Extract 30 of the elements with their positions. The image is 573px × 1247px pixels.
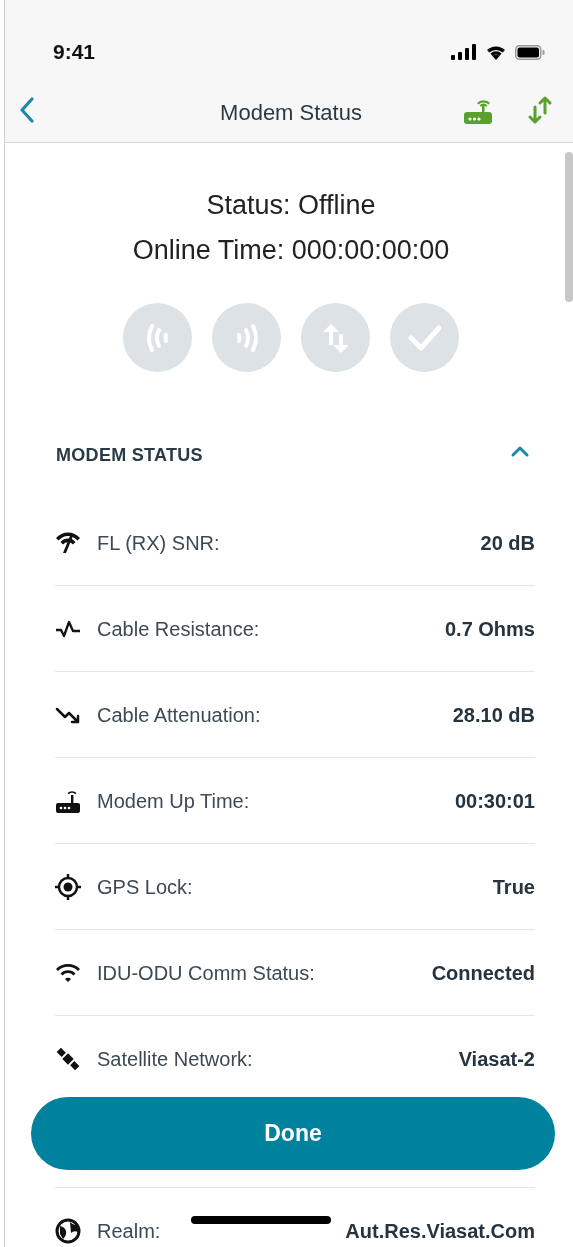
screen-title: Modem Status [220,99,362,127]
transfer-arrows-icon [527,95,553,125]
field-label: Cable Resistance: [97,616,260,642]
field-value: Viasat-2 [458,1046,535,1072]
battery-icon [515,44,545,60]
field-label: Satellite Network: [97,1046,253,1072]
done-button[interactable]: Done [31,1097,555,1170]
field-value: 0.7 Ohms [444,616,535,642]
field-value: 20 dB [480,530,535,556]
field-value: Connected [431,960,535,986]
field-value: Aut.Res.Viasat.Com [345,1219,535,1244]
field-value: 00:30:01 [454,788,535,814]
satellite-icon [55,1045,81,1072]
back-icon [19,96,35,124]
field-value: True [492,874,535,900]
signal-icon [451,44,477,60]
field-value: 28.10 dB [452,702,535,728]
field-label: Modem Up Time: [97,788,250,814]
status-time: 9:41 [53,39,96,66]
globe-icon [55,1218,81,1244]
field-label: IDU-ODU Comm Status: [97,960,315,986]
field-label: Realm: [97,1219,161,1244]
section-title: MODEM STATUS [56,444,203,467]
field-label: FL (RX) SNR: [97,530,220,556]
target-icon [55,873,81,900]
wifi-icon [485,44,507,60]
online-time-text: Online Time: 000:00:00:00 [131,234,451,267]
field-label: GPS Lock: [97,874,193,900]
status-text: Status: Offline [205,189,377,222]
field-label: Cable Attenuation: [97,702,261,728]
